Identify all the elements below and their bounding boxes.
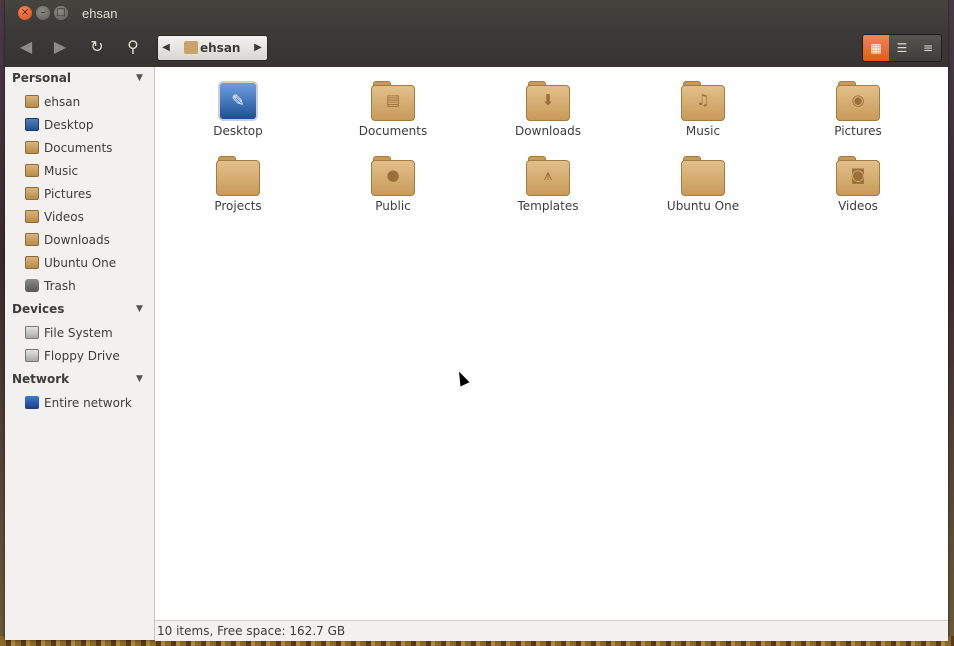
documents-folder-icon — [25, 141, 39, 154]
videos-folder-icon — [25, 210, 39, 223]
floppy-icon — [25, 349, 39, 362]
file-item-templates[interactable]: ⩚ Templates — [493, 144, 603, 214]
sidebar: Personal ▼ ehsan Desktop Documents Music… — [5, 67, 155, 640]
music-folder-icon — [25, 164, 39, 177]
section-devices-header[interactable]: Devices — [12, 302, 64, 316]
folder-icon — [216, 154, 260, 198]
music-folder-icon: ♫ — [681, 79, 725, 123]
pictures-folder-icon: ◉ — [836, 79, 880, 123]
folder-icon — [25, 256, 39, 269]
window-title: ehsan — [82, 6, 118, 21]
compact-view-button[interactable]: ≡ — [915, 35, 941, 61]
view-switcher: ▦ ☰ ≡ — [862, 34, 942, 62]
file-item-videos[interactable]: ◙ Videos — [803, 144, 913, 214]
title-bar: × – □ ehsan — [5, 0, 948, 27]
search-icon[interactable]: ⚲ — [122, 36, 144, 58]
sidebar-item-entire-network[interactable]: Entire network — [25, 393, 150, 413]
downloads-folder-icon: ⬇ — [526, 79, 570, 123]
trash-icon — [25, 279, 39, 292]
sidebar-item-documents[interactable]: Documents — [25, 138, 150, 158]
sidebar-item-videos[interactable]: Videos — [25, 207, 150, 227]
maximize-window-button[interactable]: □ — [54, 6, 68, 20]
icon-view-button[interactable]: ▦ — [863, 35, 889, 61]
path-back-chevron-icon[interactable]: ◀ — [158, 36, 174, 60]
path-bar: ◀ ehsan ▶ — [157, 35, 268, 61]
file-item-pictures[interactable]: ◉ Pictures — [803, 69, 913, 139]
file-item-downloads[interactable]: ⬇ Downloads — [493, 69, 603, 139]
desktop-icon: ✎ — [216, 79, 260, 123]
collapse-arrow-icon[interactable]: ▼ — [136, 304, 143, 314]
path-crumb-home[interactable]: ehsan — [180, 39, 246, 57]
sidebar-item-music[interactable]: Music — [25, 161, 150, 181]
pictures-folder-icon — [25, 187, 39, 200]
sidebar-item-downloads[interactable]: Downloads — [25, 230, 150, 250]
desktop-icon — [25, 118, 39, 131]
section-network-header[interactable]: Network — [12, 372, 69, 386]
public-folder-icon: ● — [371, 154, 415, 198]
toolbar: ◀ ▶ ↻ ⚲ ◀ ehsan ▶ ▦ ☰ ≡ — [5, 27, 948, 67]
drive-icon — [25, 326, 39, 339]
minimize-window-button[interactable]: – — [36, 6, 50, 20]
file-item-documents[interactable]: ▤ Documents — [338, 69, 448, 139]
sidebar-item-ubuntu-one[interactable]: Ubuntu One — [25, 253, 150, 273]
network-icon — [25, 396, 39, 409]
collapse-arrow-icon[interactable]: ▼ — [136, 73, 143, 83]
back-arrow-icon[interactable]: ◀ — [15, 36, 37, 58]
templates-folder-icon: ⩚ — [526, 154, 570, 198]
sidebar-item-trash[interactable]: Trash — [25, 276, 150, 296]
sidebar-item-pictures[interactable]: Pictures — [25, 184, 150, 204]
sidebar-item-desktop[interactable]: Desktop — [25, 115, 150, 135]
file-item-projects[interactable]: Projects — [183, 144, 293, 214]
path-forward-chevron-icon[interactable]: ▶ — [250, 36, 266, 60]
section-personal-header[interactable]: Personal — [12, 71, 71, 85]
sidebar-item-ehsan[interactable]: ehsan — [25, 92, 150, 112]
file-view[interactable]: ✎ Desktop ▤ Documents ⬇ Downloads ♫ Musi… — [155, 67, 948, 620]
forward-arrow-icon[interactable]: ▶ — [49, 36, 71, 58]
home-folder-icon — [184, 41, 198, 54]
status-bar: 10 items, Free space: 162.7 GB — [155, 620, 948, 641]
collapse-arrow-icon[interactable]: ▼ — [136, 374, 143, 384]
home-folder-icon — [25, 95, 39, 108]
list-view-button[interactable]: ☰ — [889, 35, 915, 61]
file-manager-window: × – □ ehsan ◀ ▶ ↻ ⚲ ◀ ehsan ▶ ▦ ☰ ≡ Pers… — [5, 0, 948, 641]
documents-folder-icon: ▤ — [371, 79, 415, 123]
folder-icon — [681, 154, 725, 198]
sidebar-item-file-system[interactable]: File System — [25, 323, 150, 343]
path-crumb-label: ehsan — [200, 41, 241, 55]
videos-folder-icon: ◙ — [836, 154, 880, 198]
file-item-public[interactable]: ● Public — [338, 144, 448, 214]
close-window-button[interactable]: × — [18, 6, 32, 20]
mouse-cursor-icon — [454, 369, 470, 387]
downloads-folder-icon — [25, 233, 39, 246]
file-item-ubuntu-one[interactable]: Ubuntu One — [648, 144, 758, 214]
reload-icon[interactable]: ↻ — [86, 36, 108, 58]
file-item-music[interactable]: ♫ Music — [648, 69, 758, 139]
sidebar-item-floppy-drive[interactable]: Floppy Drive — [25, 346, 150, 366]
status-text: 10 items, Free space: 162.7 GB — [157, 624, 346, 638]
file-item-desktop[interactable]: ✎ Desktop — [183, 69, 293, 139]
